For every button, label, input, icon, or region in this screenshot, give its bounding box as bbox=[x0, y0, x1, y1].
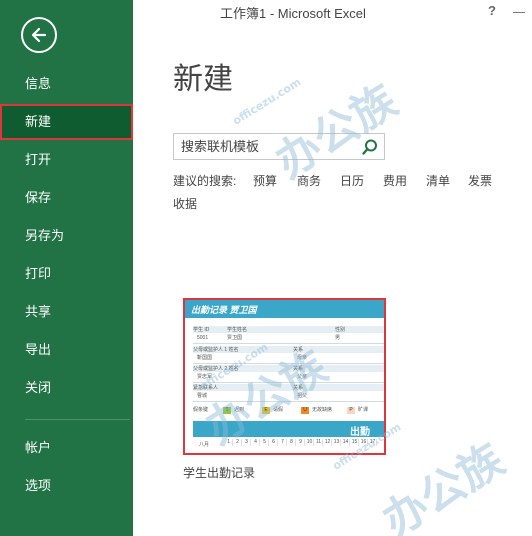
sidebar-item-new[interactable]: 新建 bbox=[0, 104, 133, 140]
preview-field-label: 父母或监护人 1 姓名 bbox=[193, 347, 239, 353]
backstage-sidebar: 信息 新建 打开 保存 另存为 打印 共享 导出 关闭 帐户 选项 bbox=[0, 0, 133, 536]
preview-day-cell: 4 bbox=[252, 439, 260, 446]
legend-swatch: U bbox=[301, 407, 309, 414]
preview-day-cell: 7 bbox=[279, 439, 287, 446]
suggested-searches-label: 建议的搜索: bbox=[173, 174, 237, 188]
suggestion-link[interactable]: 清单 bbox=[426, 172, 450, 189]
sidebar-item-close[interactable]: 关闭 bbox=[0, 370, 133, 406]
window-title: 工作簿1 - Microsoft Excel bbox=[220, 6, 366, 21]
help-button[interactable]: ? bbox=[488, 3, 496, 18]
legend-swatch: P bbox=[347, 407, 355, 414]
preview-field-label: 性别 bbox=[335, 327, 346, 333]
sidebar-item-save[interactable]: 保存 bbox=[0, 180, 133, 216]
preview-day-cell: 14 bbox=[342, 439, 350, 446]
preview-month: 八月 bbox=[199, 442, 210, 448]
watermark-brand: 办公族 bbox=[373, 434, 513, 536]
sidebar-item-open[interactable]: 打开 bbox=[0, 142, 133, 178]
suggestion-link[interactable]: 发票 bbox=[468, 172, 492, 189]
preview-day-cell: 8 bbox=[288, 439, 296, 446]
sidebar-item-save-as[interactable]: 另存为 bbox=[0, 218, 133, 254]
preview-day-cell: 11 bbox=[315, 439, 323, 446]
sidebar-item-share[interactable]: 共享 bbox=[0, 294, 133, 330]
sidebar-item-info[interactable]: 信息 bbox=[0, 66, 133, 102]
legend-label: 旷课 bbox=[358, 407, 369, 413]
preview-day-cell: 13 bbox=[333, 439, 341, 446]
minimize-button[interactable] bbox=[513, 12, 525, 13]
suggestion-link[interactable]: 收据 bbox=[173, 195, 197, 212]
preview-field-label: 学生 ID bbox=[193, 327, 210, 333]
preview-field-value: 男 bbox=[335, 335, 341, 341]
sidebar-item-print[interactable]: 打印 bbox=[0, 256, 133, 292]
arrow-left-icon bbox=[31, 27, 47, 43]
preview-field-value: 贾卫国 bbox=[227, 335, 243, 341]
suggestion-link[interactable]: 费用 bbox=[383, 172, 407, 189]
legend-label: 无故缺席 bbox=[312, 407, 333, 413]
preview-header: 出勤记录 贾卫国 bbox=[185, 300, 384, 318]
preview-field-value: 靳国国 bbox=[197, 355, 213, 361]
template-name[interactable]: 学生出勤记录 bbox=[183, 464, 255, 481]
preview-field-label: 学生姓名 bbox=[227, 327, 248, 333]
sidebar-divider bbox=[25, 419, 130, 420]
preview-banner-label: 出勤 bbox=[350, 427, 370, 438]
sidebar-item-account[interactable]: 帐户 bbox=[0, 430, 133, 466]
preview-title: 出勤记录 贾卫国 bbox=[191, 305, 257, 315]
preview-day-cell: 10 bbox=[306, 439, 314, 446]
sidebar-item-options[interactable]: 选项 bbox=[0, 468, 133, 504]
suggestion-link[interactable]: 预算 bbox=[253, 172, 277, 189]
preview-day-cell: 9 bbox=[297, 439, 305, 446]
preview-field-value: 5001 bbox=[197, 335, 209, 341]
preview-day-cell: 6 bbox=[270, 439, 278, 446]
suggestion-link[interactable]: 日历 bbox=[340, 172, 364, 189]
sidebar-item-export[interactable]: 导出 bbox=[0, 332, 133, 368]
back-button[interactable] bbox=[21, 17, 57, 53]
preview-field-band bbox=[193, 326, 384, 333]
preview-day-cell: 12 bbox=[324, 439, 332, 446]
preview-day-cell: 5 bbox=[261, 439, 269, 446]
page-title: 新建 bbox=[173, 62, 233, 97]
